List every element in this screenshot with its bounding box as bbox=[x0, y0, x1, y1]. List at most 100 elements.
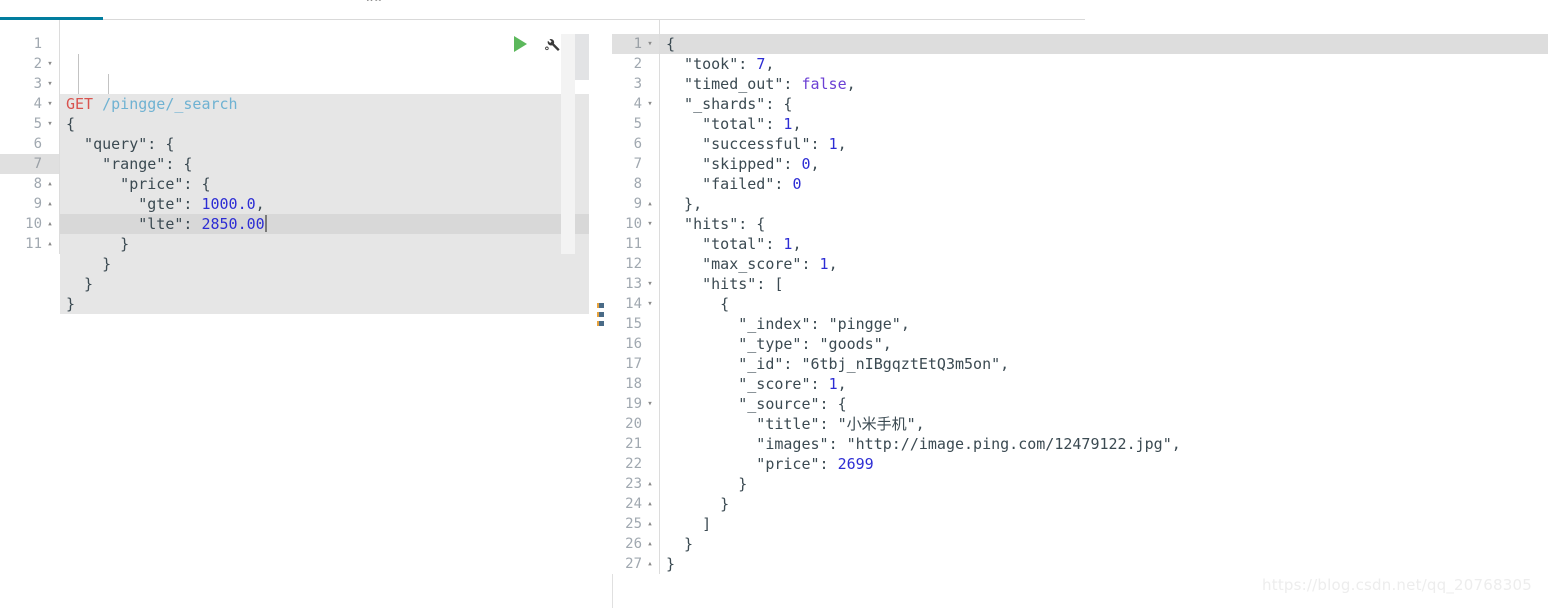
code-line[interactable]: GET /pingge/_search bbox=[60, 94, 589, 114]
fold-open-icon[interactable]: ▾ bbox=[645, 214, 655, 234]
wrench-icon[interactable] bbox=[543, 35, 561, 53]
code-token: "http://image.ping.com/12479122.jpg" bbox=[846, 435, 1172, 453]
code-line[interactable]: "_type": "goods", bbox=[660, 334, 1548, 354]
code-line[interactable]: "_score": 1, bbox=[660, 374, 1548, 394]
code-line[interactable]: "_id": "6tbj_nIBgqztEtQ3m5on", bbox=[660, 354, 1548, 374]
code-token: "max_score" bbox=[666, 255, 802, 273]
code-line[interactable]: "_shards": { bbox=[660, 94, 1548, 114]
code-line[interactable]: "took": 7, bbox=[660, 54, 1548, 74]
code-line[interactable]: "timed_out": false, bbox=[660, 74, 1548, 94]
code-line[interactable]: { bbox=[660, 34, 1548, 54]
code-line[interactable]: "gte": 1000.0, bbox=[60, 194, 589, 214]
code-line[interactable]: }, bbox=[660, 194, 1548, 214]
response-line-number-gutter: 1 ▾ 2 3 4 ▾ 5 6 7 8 9 ▴ 10 ▾ 11 12 13 ▾ 14 ▾ 15 16 17 18 19 ▾ 20 21… bbox=[612, 20, 660, 574]
code-token: /pingge/_search bbox=[102, 95, 238, 113]
code-line[interactable]: "range": { bbox=[60, 154, 589, 174]
code-line[interactable]: } bbox=[60, 254, 589, 274]
code-token: : bbox=[765, 235, 784, 253]
code-line[interactable]: } bbox=[660, 474, 1548, 494]
line-number: 9 ▴ bbox=[0, 194, 59, 214]
code-line[interactable]: "price": { bbox=[60, 174, 589, 194]
line-number: 15 bbox=[625, 316, 642, 332]
response-editor[interactable]: 1 ▾ 2 3 4 ▾ 5 6 7 8 9 ▴ 10 ▾ 11 12 13 ▾ 14 ▾ 15 16 17 18 19 ▾ 20 21… bbox=[612, 20, 1548, 608]
code-line[interactable]: "total": 1, bbox=[660, 114, 1548, 134]
code-line[interactable]: "failed": 0 bbox=[660, 174, 1548, 194]
fold-open-icon[interactable]: ▾ bbox=[45, 74, 55, 94]
code-token: 0 bbox=[792, 175, 802, 193]
fold-open-icon[interactable]: ▾ bbox=[645, 294, 655, 314]
play-icon[interactable] bbox=[514, 36, 527, 52]
line-number: 13 ▾ bbox=[612, 274, 659, 294]
request-code-area[interactable]: GET /pingge/_search{ "query": { "range":… bbox=[60, 20, 589, 608]
code-line[interactable]: "title": "小米手机", bbox=[660, 414, 1548, 434]
fold-close-icon[interactable]: ▴ bbox=[45, 234, 55, 254]
code-line[interactable]: "hits": [ bbox=[660, 274, 1548, 294]
line-number: 1 bbox=[33, 36, 42, 52]
code-line[interactable]: "images": "http://image.ping.com/1247912… bbox=[660, 434, 1548, 454]
code-line[interactable]: ] bbox=[660, 514, 1548, 534]
request-scroll-thumb[interactable] bbox=[575, 34, 589, 80]
response-code-area[interactable]: { "took": 7, "timed_out": false, "_shard… bbox=[660, 20, 1548, 608]
code-line[interactable]: { bbox=[60, 114, 589, 134]
fold-close-icon[interactable]: ▴ bbox=[45, 194, 55, 214]
code-line[interactable]: "_source": { bbox=[660, 394, 1548, 414]
fold-close-icon[interactable]: ▴ bbox=[645, 514, 655, 534]
code-line[interactable]: } bbox=[60, 294, 589, 314]
code-line[interactable]: "_index": "pingge", bbox=[660, 314, 1548, 334]
code-token: "_source" bbox=[666, 395, 820, 413]
code-token: , bbox=[792, 235, 802, 253]
code-line[interactable]: "max_score": 1, bbox=[660, 254, 1548, 274]
code-token: "price" bbox=[666, 455, 820, 473]
request-editor[interactable]: 1 2 ▾ 3 ▾ 4 ▾ 5 ▾ 6 7 8 ▴ 9 ▴ 10 ▴ 11 ▴ GET /pingge/_searc… bbox=[0, 20, 589, 608]
fold-close-icon[interactable]: ▴ bbox=[45, 174, 55, 194]
code-line[interactable]: "total": 1, bbox=[660, 234, 1548, 254]
code-token: "title" bbox=[666, 415, 820, 433]
line-number: 6 bbox=[633, 136, 642, 152]
line-number: 1 ▾ bbox=[612, 34, 659, 54]
fold-open-icon[interactable]: ▾ bbox=[45, 94, 55, 114]
code-line[interactable]: } bbox=[660, 534, 1548, 554]
fold-open-icon[interactable]: ▾ bbox=[645, 394, 655, 414]
fold-open-icon[interactable]: ▾ bbox=[45, 114, 55, 134]
code-line[interactable]: } bbox=[60, 234, 589, 254]
line-number: 6 bbox=[33, 136, 42, 152]
code-token: : { bbox=[165, 155, 193, 173]
code-token: : { bbox=[183, 175, 211, 193]
line-number: 5 bbox=[633, 116, 642, 132]
fold-open-icon[interactable]: ▾ bbox=[645, 94, 655, 114]
code-line[interactable]: } bbox=[660, 554, 1548, 574]
line-number: 17 bbox=[625, 356, 642, 372]
request-scroll-track[interactable] bbox=[561, 34, 575, 254]
fold-open-icon[interactable]: ▾ bbox=[645, 274, 655, 294]
code-line[interactable]: "successful": 1, bbox=[660, 134, 1548, 154]
fold-close-icon[interactable]: ▴ bbox=[45, 214, 55, 234]
code-line[interactable]: "hits": { bbox=[660, 214, 1548, 234]
code-token: { bbox=[666, 295, 730, 313]
code-line[interactable]: "lte": 2850.00 bbox=[60, 214, 589, 234]
fold-close-icon[interactable]: ▴ bbox=[645, 554, 655, 574]
code-line[interactable]: } bbox=[60, 274, 589, 294]
code-line[interactable]: "skipped": 0, bbox=[660, 154, 1548, 174]
code-line[interactable]: } bbox=[660, 494, 1548, 514]
fold-close-icon[interactable]: ▴ bbox=[645, 494, 655, 514]
code-token: { bbox=[666, 35, 676, 53]
line-number: 4 ▾ bbox=[0, 94, 59, 114]
fold-open-icon[interactable]: ▾ bbox=[45, 54, 55, 74]
splitter-handle[interactable] bbox=[589, 20, 612, 608]
code-token: "gte" bbox=[66, 195, 184, 213]
code-line[interactable]: { bbox=[660, 294, 1548, 314]
code-token: "total" bbox=[666, 235, 766, 253]
code-token: : bbox=[819, 415, 838, 433]
code-line[interactable]: "price": 2699 bbox=[660, 454, 1548, 474]
fold-close-icon[interactable]: ▴ bbox=[645, 534, 655, 554]
code-token: ] bbox=[666, 515, 712, 533]
code-token: 2850.00 bbox=[201, 215, 265, 233]
fold-close-icon[interactable]: ▴ bbox=[645, 474, 655, 494]
line-number: 3 ▾ bbox=[0, 74, 59, 94]
code-token: "小米手机" bbox=[837, 415, 916, 433]
code-line[interactable]: "query": { bbox=[60, 134, 589, 154]
fold-open-icon[interactable]: ▾ bbox=[645, 34, 655, 54]
fold-close-icon[interactable]: ▴ bbox=[645, 194, 655, 214]
code-token: , bbox=[846, 75, 856, 93]
pane-splitter[interactable] bbox=[589, 20, 612, 608]
